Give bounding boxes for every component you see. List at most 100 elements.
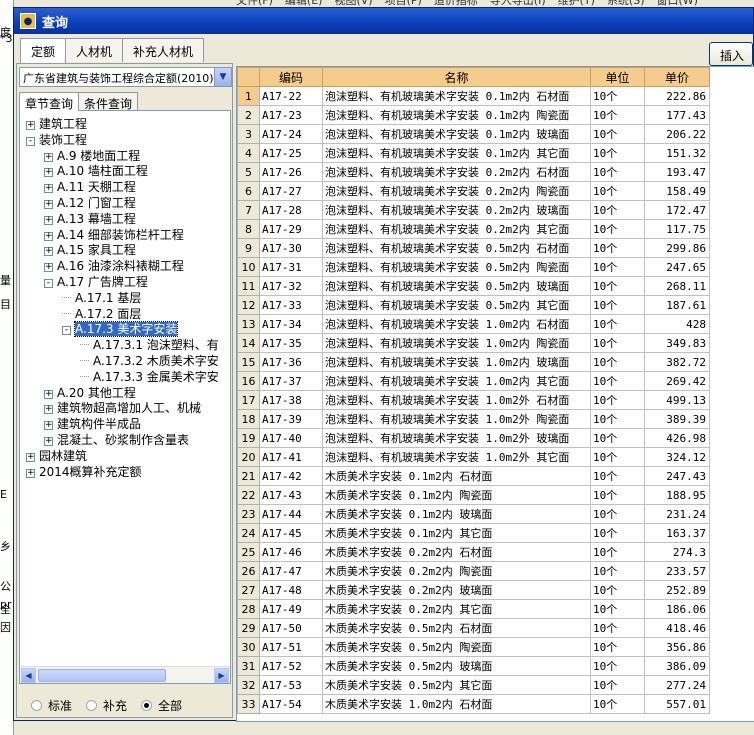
expand-icon[interactable]: + [44,405,53,415]
tree-node-label[interactable]: A.17.3.3 金属美术字安 [93,370,219,384]
cell-price[interactable]: 499.13 [644,390,710,410]
tree-node-label[interactable]: A.11 天棚工程 [57,180,136,194]
cell-code[interactable]: A17-54 [259,694,323,714]
cell-code[interactable]: A17-32 [259,276,323,296]
cell-code[interactable]: A17-48 [259,580,323,600]
row-number[interactable]: 27 [237,580,260,600]
tree-node[interactable]: + 混凝土、砂浆制作含量表 [44,432,189,448]
cell-price[interactable]: 426.98 [644,428,710,448]
collapse-icon[interactable]: - [44,279,53,288]
cell-name[interactable]: 泡沫塑料、有机玻璃美术字安装 0.1m2内 石材面 [322,86,591,106]
cell-unit[interactable]: 10个 [590,181,645,201]
cell-unit[interactable]: 10个 [590,295,645,315]
cell-code[interactable]: A17-42 [259,466,323,486]
cell-name[interactable]: 泡沫塑料、有机玻璃美术字安装 0.2m2内 陶瓷面 [322,181,591,201]
tab-labor-material-machine[interactable]: 人材机 [65,38,124,62]
table-row[interactable]: 23 A17-44 木质美术字安装 0.1m2内 玻璃面 10个 231.24 [237,504,710,524]
expand-icon[interactable]: + [44,200,53,209]
cell-price[interactable]: 428 [644,314,710,334]
filter-all[interactable]: 全部 [141,697,182,714]
cell-name[interactable]: 泡沫塑料、有机玻璃美术字安装 1.0m2内 玻璃面 [322,352,591,372]
header-name[interactable]: 名称 [322,67,591,87]
cell-code[interactable]: A17-40 [259,428,323,448]
row-number[interactable]: 31 [237,656,260,676]
table-row[interactable]: 10 A17-31 泡沫塑料、有机玻璃美术字安装 0.5m2内 陶瓷面 10个 247.… [237,257,710,277]
row-number[interactable]: 32 [237,675,260,695]
cell-unit[interactable]: 10个 [590,561,645,581]
expand-icon[interactable]: + [26,468,35,478]
cell-code[interactable]: A17-31 [259,257,323,277]
cell-unit[interactable]: 10个 [590,86,645,106]
radio-supplementary[interactable] [86,700,98,711]
cell-unit[interactable]: 10个 [590,352,645,372]
cell-unit[interactable]: 10个 [590,542,645,562]
row-number[interactable]: 14 [237,333,260,353]
tree-node[interactable]: - A.17 广告牌工程 [44,274,148,290]
cell-unit[interactable]: 10个 [590,390,645,410]
tree-node[interactable]: + A.16 油漆涂料裱糊工程 [44,258,184,274]
header-price[interactable]: 单价 [644,67,710,87]
table-row[interactable]: 26 A17-47 木质美术字安装 0.2m2内 陶瓷面 10个 233.57 [237,561,710,581]
cell-code[interactable]: A17-45 [259,523,323,543]
tree-node-label[interactable]: 建筑构件半成品 [57,417,141,431]
tree-node[interactable]: + A.15 家具工程 [44,242,136,258]
tree-node[interactable]: A.17.3.1 泡沫塑料、有 [80,337,219,353]
cell-unit[interactable]: 10个 [590,504,645,524]
table-row[interactable]: 19 A17-40 泡沫塑料、有机玻璃美术字安装 1.0m2外 玻璃面 10个 426.… [237,428,710,448]
tab-chapter-query[interactable]: 章节查询 [19,92,80,111]
table-row[interactable]: 20 A17-41 泡沫塑料、有机玻璃美术字安装 1.0m2外 其它面 10个 324.… [237,447,710,467]
cell-price[interactable]: 187.61 [644,295,710,315]
cell-price[interactable]: 557.01 [644,694,710,714]
cell-price[interactable]: 274.3 [644,542,710,562]
row-number[interactable]: 33 [237,694,260,714]
row-number[interactable]: 17 [237,390,260,410]
cell-code[interactable]: A17-23 [259,105,323,125]
tree-node[interactable]: + A.11 天棚工程 [44,179,136,195]
expand-icon[interactable]: + [44,152,53,162]
cell-code[interactable]: A17-27 [259,181,323,201]
cell-name[interactable]: 泡沫塑料、有机玻璃美术字安装 0.1m2内 玻璃面 [322,124,591,144]
radio-all[interactable] [141,700,153,711]
scroll-right-icon[interactable]: ▶ [214,668,229,683]
cell-name[interactable]: 泡沫塑料、有机玻璃美术字安装 0.5m2内 陶瓷面 [322,257,591,277]
table-row[interactable]: 32 A17-53 木质美术字安装 0.5m2内 其它面 10个 277.24 [237,675,710,695]
cell-unit[interactable]: 10个 [590,656,645,676]
table-row[interactable]: 18 A17-39 泡沫塑料、有机玻璃美术字安装 1.0m2外 陶瓷面 10个 389.… [237,409,710,429]
cell-price[interactable]: 349.83 [644,333,710,353]
table-row[interactable]: 2 A17-23 泡沫塑料、有机玻璃美术字安装 0.1m2内 陶瓷面 10个 177.4… [237,105,710,125]
table-row[interactable]: 22 A17-43 木质美术字安装 0.1m2内 陶瓷面 10个 188.95 [237,485,710,505]
cell-name[interactable]: 木质美术字安装 0.2m2内 石材面 [322,542,591,562]
cell-code[interactable]: A17-28 [259,200,323,220]
table-row[interactable]: 16 A17-37 泡沫塑料、有机玻璃美术字安装 1.0m2内 其它面 10个 269.… [237,371,710,391]
row-number[interactable]: 18 [237,409,260,429]
cell-unit[interactable]: 10个 [590,694,645,714]
filter-standard[interactable]: 标准 [31,697,72,714]
cell-unit[interactable]: 10个 [590,675,645,695]
cell-name[interactable]: 泡沫塑料、有机玻璃美术字安装 0.2m2内 其它面 [322,219,591,239]
table-row[interactable]: 29 A17-50 木质美术字安装 0.5m2内 石材面 10个 418.46 [237,618,710,638]
row-number[interactable]: 16 [237,371,260,391]
cell-name[interactable]: 木质美术字安装 1.0m2内 石材面 [322,694,591,714]
expand-icon[interactable]: + [44,168,53,178]
cell-name[interactable]: 木质美术字安装 0.5m2内 石材面 [322,618,591,638]
table-row[interactable]: 24 A17-45 木质美术字安装 0.1m2内 其它面 10个 163.37 [237,523,710,543]
cell-price[interactable]: 188.95 [644,485,710,505]
cell-name[interactable]: 木质美术字安装 0.2m2内 玻璃面 [322,580,591,600]
cell-unit[interactable]: 10个 [590,200,645,220]
cell-unit[interactable]: 10个 [590,314,645,334]
table-row[interactable]: 28 A17-49 木质美术字安装 0.2m2内 其它面 10个 186.06 [237,599,710,619]
cell-unit[interactable]: 10个 [590,143,645,163]
tree-node[interactable]: + A.9 楼地面工程 [44,148,140,164]
row-number[interactable]: 30 [237,637,260,657]
table-row[interactable]: 4 A17-25 泡沫塑料、有机玻璃美术字安装 0.1m2内 其它面 10个 151.3… [237,143,710,163]
row-number[interactable]: 2 [237,105,260,125]
cell-price[interactable]: 269.42 [644,371,710,391]
row-number[interactable]: 21 [237,466,260,486]
tree-node[interactable]: + A.20 其他工程 [44,385,136,401]
cell-unit[interactable]: 10个 [590,219,645,239]
cell-price[interactable]: 252.89 [644,580,710,600]
cell-price[interactable]: 247.65 [644,257,710,277]
cell-price[interactable]: 389.39 [644,409,710,429]
expand-icon[interactable]: + [44,389,53,399]
cell-price[interactable]: 233.57 [644,561,710,581]
